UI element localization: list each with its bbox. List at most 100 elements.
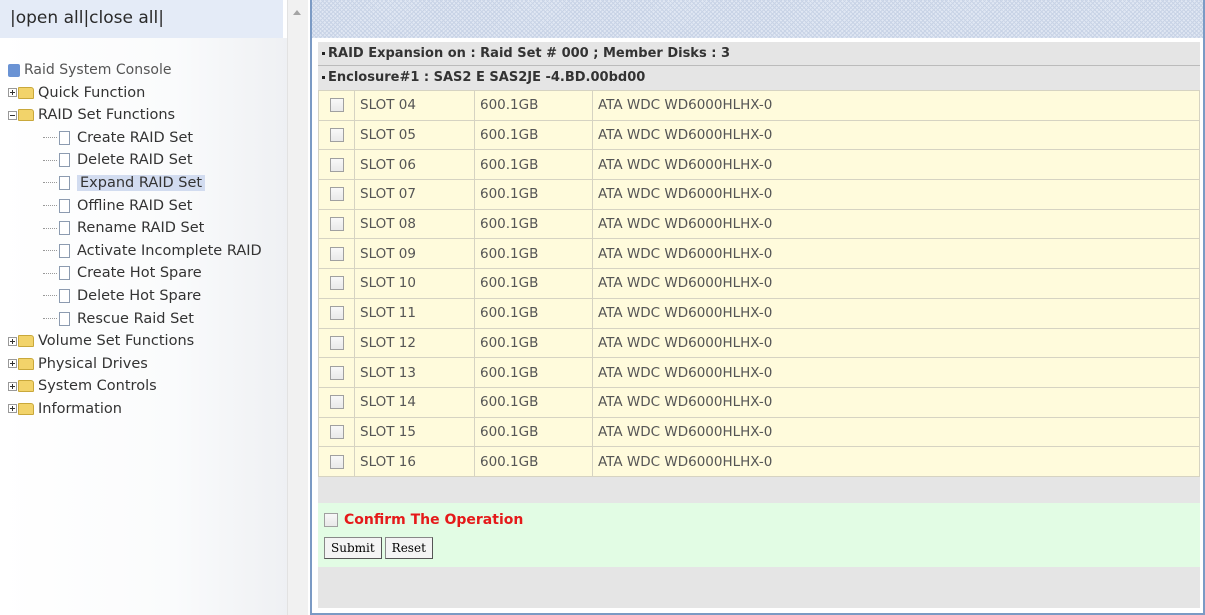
expand-plus-icon[interactable]: [8, 381, 17, 391]
expand-plus-icon[interactable]: [8, 336, 17, 346]
folder-icon: [18, 402, 34, 415]
confirm-checkbox[interactable]: [324, 513, 338, 528]
disk-checkbox[interactable]: [329, 424, 344, 439]
model-cell: ATA WDC WD6000HLHX-0: [592, 119, 1200, 151]
size-cell: 600.1GB: [474, 357, 593, 388]
slot-cell: SLOT 11: [354, 297, 475, 329]
model-cell: ATA WDC WD6000HLHX-0: [592, 327, 1200, 359]
disk-checkbox[interactable]: [329, 365, 344, 380]
page-icon: [59, 311, 70, 326]
submit-button[interactable]: Submit: [324, 536, 382, 559]
slot-cell: SLOT 09: [354, 238, 475, 270]
model-cell: ATA WDC WD6000HLHX-0: [592, 416, 1200, 448]
disk-checkbox[interactable]: [329, 187, 344, 202]
size-cell: 600.1GB: [474, 386, 593, 418]
expand-plus-icon[interactable]: [8, 404, 17, 414]
size-cell: 600.1GB: [474, 119, 593, 151]
page-icon: [59, 130, 70, 145]
disk-checkbox[interactable]: [329, 395, 344, 410]
model-cell: ATA WDC WD6000HLHX-0: [592, 149, 1200, 181]
page-icon: [59, 243, 70, 258]
page-icon: [59, 198, 70, 213]
slot-cell: SLOT 04: [354, 90, 475, 121]
page-icon: [59, 288, 70, 303]
table-row: SLOT 09 600.1GB ATA WDC WD6000HLHX-0: [318, 238, 1200, 270]
slot-cell: SLOT 08: [354, 208, 475, 240]
size-cell: 600.1GB: [474, 268, 593, 299]
model-cell: ATA WDC WD6000HLHX-0: [592, 268, 1200, 299]
disk-checkbox[interactable]: [329, 454, 344, 469]
disk-checkbox[interactable]: [329, 246, 344, 261]
collapse-minus-icon[interactable]: [8, 110, 17, 120]
navigation-panel: |open all|close all| Raid System Console…: [0, 0, 308, 615]
table-row: SLOT 05 600.1GB ATA WDC WD6000HLHX-0: [318, 119, 1200, 151]
folder-icon: [18, 86, 34, 99]
model-cell: ATA WDC WD6000HLHX-0: [592, 297, 1200, 329]
expand-plus-icon[interactable]: [8, 359, 17, 369]
tree-toolbar: |open all|close all|: [0, 0, 283, 38]
raid-set-children: Create RAID Set Delete RAID Set Expand RAI…: [8, 127, 262, 330]
tree-item-delete-raid-set[interactable]: Delete RAID Set: [8, 149, 262, 172]
open-all-link[interactable]: open all: [16, 8, 84, 28]
tree-item-expand-raid-set[interactable]: Expand RAID Set: [8, 172, 262, 195]
tree-root[interactable]: Raid System Console: [8, 59, 262, 82]
slot-cell: SLOT 06: [354, 149, 475, 181]
slot-cell: SLOT 16: [354, 446, 475, 477]
disk-checkbox[interactable]: [329, 98, 344, 113]
tree-scrollbar[interactable]: [287, 0, 308, 615]
bullet-icon: [322, 52, 325, 55]
tree-folder-raid-set-functions[interactable]: RAID Set Functions: [8, 104, 262, 127]
tree-item-create-hot-spare[interactable]: Create Hot Spare: [8, 262, 262, 285]
expand-plus-icon[interactable]: [8, 88, 17, 98]
table-row: SLOT 06 600.1GB ATA WDC WD6000HLHX-0: [318, 149, 1200, 181]
tree-folder-physical-drives[interactable]: Physical Drives: [8, 353, 262, 376]
page-icon: [59, 266, 70, 281]
tree-folder-system-controls[interactable]: System Controls: [8, 375, 262, 398]
slot-cell: SLOT 07: [354, 179, 475, 210]
tree-connector: [43, 182, 57, 184]
tree-item-rename-raid-set[interactable]: Rename RAID Set: [8, 217, 262, 240]
tree-item-create-raid-set[interactable]: Create RAID Set: [8, 127, 262, 150]
folder-icon: [18, 357, 34, 370]
reset-button[interactable]: Reset: [384, 536, 433, 559]
tree-folder-volume-set-functions[interactable]: Volume Set Functions: [8, 330, 262, 353]
slot-cell: SLOT 15: [354, 416, 475, 448]
table-row: SLOT 04 600.1GB ATA WDC WD6000HLHX-0: [318, 90, 1200, 121]
tree-panel: Raid System Console Quick Function RAID …: [0, 38, 290, 615]
confirm-section: Confirm The Operation Submit Reset: [318, 502, 1200, 567]
model-cell: ATA WDC WD6000HLHX-0: [592, 208, 1200, 240]
disk-checkbox[interactable]: [329, 217, 344, 232]
tree-connector: [43, 227, 57, 229]
size-cell: 600.1GB: [474, 446, 593, 477]
scroll-up-arrow-icon[interactable]: [293, 10, 301, 15]
model-cell: ATA WDC WD6000HLHX-0: [592, 446, 1200, 477]
close-all-link[interactable]: close all: [89, 8, 158, 28]
table-row: SLOT 10 600.1GB ATA WDC WD6000HLHX-0: [318, 268, 1200, 299]
page-icon: [59, 221, 70, 236]
frame-header-pattern: [312, 0, 1203, 38]
disk-checkbox[interactable]: [329, 157, 344, 172]
disk-checkbox[interactable]: [329, 335, 344, 350]
folder-open-icon: [18, 109, 34, 122]
size-cell: 600.1GB: [474, 238, 593, 270]
tree-folder-information[interactable]: Information: [8, 398, 262, 421]
table-row: SLOT 14 600.1GB ATA WDC WD6000HLHX-0: [318, 386, 1200, 418]
tree-connector: [43, 159, 57, 161]
tree-folder-quick-function[interactable]: Quick Function: [8, 82, 262, 105]
model-cell: ATA WDC WD6000HLHX-0: [592, 386, 1200, 418]
disk-checkbox[interactable]: [329, 128, 344, 143]
bullet-icon: [322, 76, 325, 79]
disk-checkbox[interactable]: [329, 306, 344, 321]
tree-item-delete-hot-spare[interactable]: Delete Hot Spare: [8, 285, 262, 308]
tree-item-rescue-raid-set[interactable]: Rescue Raid Set: [8, 308, 262, 331]
tree-item-offline-raid-set[interactable]: Offline RAID Set: [8, 195, 262, 218]
model-cell: ATA WDC WD6000HLHX-0: [592, 179, 1200, 210]
slot-cell: SLOT 12: [354, 327, 475, 359]
size-cell: 600.1GB: [474, 90, 593, 121]
tree-item-activate-incomplete-raid[interactable]: Activate Incomplete RAID: [8, 240, 262, 263]
slot-cell: SLOT 13: [354, 357, 475, 388]
disk-checkbox[interactable]: [329, 276, 344, 291]
console-icon: [8, 63, 20, 77]
confirm-label: Confirm The Operation: [344, 512, 524, 529]
slot-cell: SLOT 14: [354, 386, 475, 418]
